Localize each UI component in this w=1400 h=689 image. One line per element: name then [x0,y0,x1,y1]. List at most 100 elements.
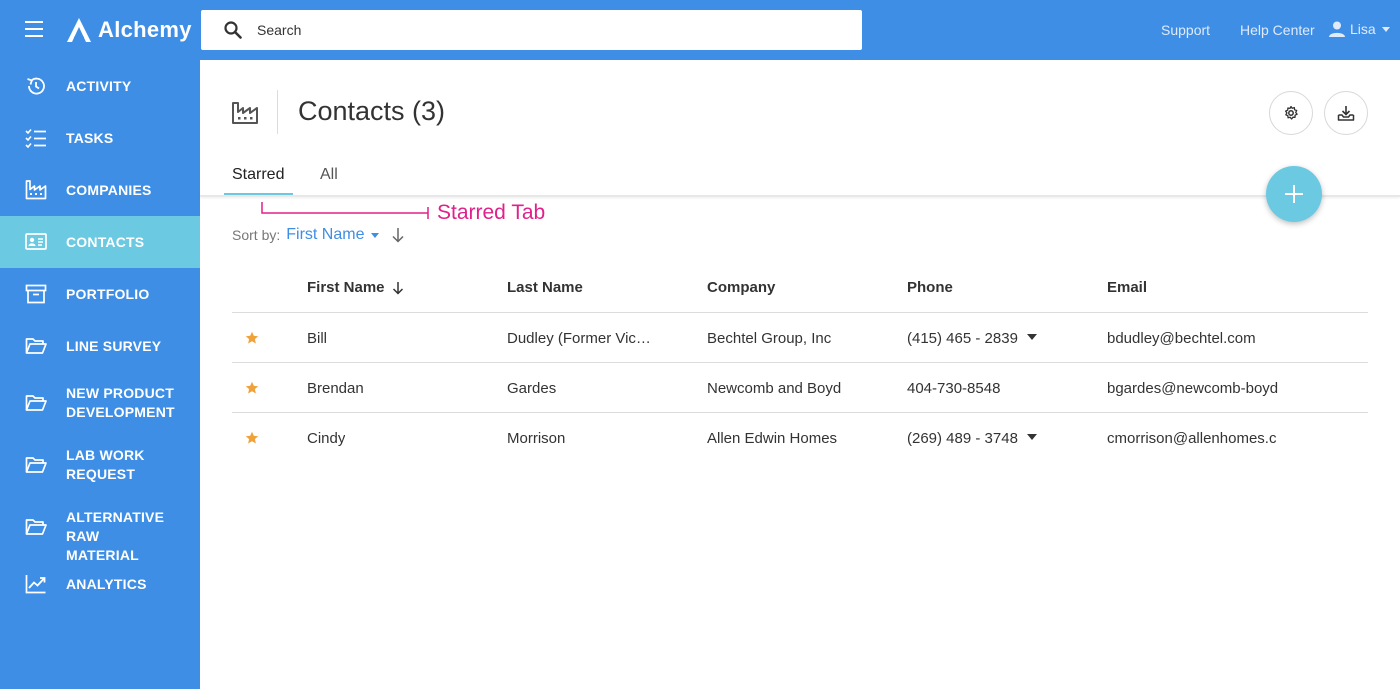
sidebar-item-label: CONTACTS [66,234,145,250]
cell-last-name: Dudley (Former Vic… [507,330,651,347]
user-icon [1329,21,1345,37]
cell-phone: (415) 465 - 2839 [907,330,1037,347]
sort-direction-icon[interactable] [391,227,405,243]
support-link[interactable]: Support [1161,22,1210,38]
chevron-down-icon[interactable] [1026,434,1037,441]
cell-company: Newcomb and Boyd [707,380,842,397]
cell-company: Bechtel Group, Inc [707,330,832,347]
sidebar-item-label: ANALYTICS [66,576,147,592]
search-input[interactable] [257,22,817,38]
cell-phone: 404-730-8548 [907,380,1001,397]
contact-card-icon [25,233,47,250]
phone-number: (269) 489 - 3748 [907,430,1018,447]
sidebar-item-label: LAB WORK REQUEST [66,447,145,482]
column-header-last-name[interactable]: Last Name [507,279,583,296]
table-row[interactable]: Cindy Morrison Allen Edwin Homes (269) 4… [232,413,1368,463]
sort-control: Sort by: First Name [232,226,405,244]
settings-button[interactable] [1269,91,1313,135]
cell-email: cmorrison@allenhomes.c [1107,430,1277,447]
sort-descending-icon [392,281,403,295]
sidebar-item-analytics[interactable]: ANALYTICS [0,558,200,610]
top-bar: Alchemy Support Help Center Lisa [0,0,1400,60]
tabs-divider [200,195,1400,197]
sidebar-item-label: COMPANIES [66,182,152,198]
sidebar-item-activity[interactable]: ACTIVITY [0,60,200,112]
annotation-label: Starred Tab [437,201,546,224]
sidebar: ACTIVITY TASKS COMPANIES CONTACTS PORTFO… [0,60,200,689]
sidebar-item-new-product-development[interactable]: NEW PRODUCT DEVELOPMENT [0,372,200,434]
column-header-label: Company [707,279,776,296]
phone-number: (415) 465 - 2839 [907,330,1018,347]
column-header-label: Phone [907,279,953,296]
cell-company: Allen Edwin Homes [707,430,838,447]
plus-icon [1285,185,1303,203]
sidebar-item-label: LINE SURVEY [66,338,162,354]
column-header-company[interactable]: Company [707,279,775,296]
folder-open-icon [25,338,47,354]
search-bar[interactable] [201,10,862,50]
cell-email: bdudley@bechtel.com [1107,330,1256,347]
sidebar-item-portfolio[interactable]: PORTFOLIO [0,268,200,320]
main-content: Contacts (3) Starred All Starred Tab Sor… [200,60,1400,689]
folder-open-icon [25,519,47,535]
star-icon[interactable] [245,381,259,395]
column-header-label: First Name [307,279,385,296]
title-divider [277,90,278,134]
add-contact-button[interactable] [1266,166,1322,222]
search-icon [224,21,242,39]
page-title: Contacts (3) [298,96,446,126]
sidebar-item-alternative-raw-material[interactable]: ALTERNATIVE RAW MATERIAL [0,496,200,563]
factory-icon [232,102,258,124]
sidebar-item-contacts[interactable]: CONTACTS [0,216,200,268]
user-name: Lisa [1350,21,1376,37]
tab-starred[interactable]: Starred [232,166,284,184]
cell-first-name: Cindy [307,430,346,447]
sidebar-item-label: ACTIVITY [66,78,132,94]
cell-phone: (269) 489 - 3748 [907,430,1037,447]
sort-field-dropdown[interactable]: First Name [286,226,364,244]
gear-icon [1284,105,1298,120]
history-icon [27,77,45,95]
brand-logo[interactable]: Alchemy [66,14,192,46]
sidebar-item-line-survey[interactable]: LINE SURVEY [0,320,200,372]
column-header-email[interactable]: Email [1107,279,1147,296]
sidebar-item-label: NEW PRODUCT DEVELOPMENT [66,385,175,420]
factory-icon [25,180,47,200]
star-icon[interactable] [245,431,259,445]
chevron-down-icon [1381,26,1390,32]
trending-up-icon [25,575,46,594]
download-button[interactable] [1324,91,1368,135]
menu-icon[interactable] [25,21,43,37]
sidebar-item-label: ALTERNATIVE RAW MATERIAL [66,509,165,563]
chevron-down-icon[interactable] [1026,334,1037,341]
chevron-down-icon[interactable] [371,232,380,238]
alchemy-logo-icon [67,18,91,42]
cell-first-name: Bill [307,330,328,347]
folder-open-icon [25,395,47,411]
star-icon[interactable] [245,331,259,345]
cell-first-name: Brendan [307,380,364,397]
sidebar-item-tasks[interactable]: TASKS [0,112,200,164]
cell-last-name: Gardes [507,380,557,397]
column-header-label: Last Name [507,279,583,296]
folder-open-icon [25,457,47,473]
table-row[interactable]: Brendan Gardes Newcomb and Boyd 404-730-… [232,363,1368,413]
download-icon [1337,106,1355,121]
brand-name: Alchemy [98,17,192,42]
checklist-icon [25,128,46,148]
sidebar-item-lab-work-request[interactable]: LAB WORK REQUEST [0,434,200,496]
column-header-first-name[interactable]: First Name [307,279,404,296]
sidebar-item-label: TASKS [66,130,114,146]
archive-icon [25,284,47,304]
column-header-label: Email [1107,279,1148,296]
sidebar-item-companies[interactable]: COMPANIES [0,164,200,216]
user-menu[interactable]: Lisa [1328,20,1390,38]
help-center-link[interactable]: Help Center [1240,22,1315,38]
table-row[interactable]: Bill Dudley (Former Vic… Bechtel Group, … [232,313,1368,363]
sidebar-item-label: PORTFOLIO [66,286,150,302]
sort-label: Sort by: [232,227,281,243]
column-header-phone[interactable]: Phone [907,279,953,296]
cell-email: bgardes@newcomb-boyd [1107,380,1279,397]
cell-last-name: Morrison [507,430,566,447]
tab-all[interactable]: All [320,166,338,184]
